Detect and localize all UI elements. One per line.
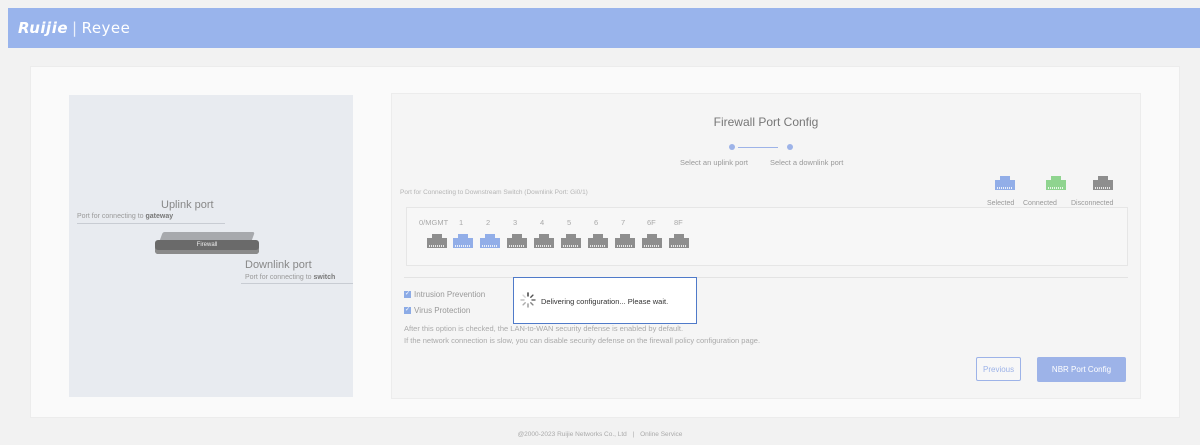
step-1-label: Select an uplink port: [680, 158, 748, 167]
brand-name: Ruijie: [18, 19, 69, 37]
loading-dialog: Delivering configuration... Please wait.: [513, 277, 697, 324]
nbr-port-config-button[interactable]: NBR Port Config: [1037, 357, 1126, 382]
downlink-port-desc: Port for connecting to switch: [245, 274, 335, 281]
firewall-port-config-panel: Firewall Port Config Select an uplink po…: [391, 93, 1141, 399]
port-label: 6F: [647, 218, 656, 227]
port-8f[interactable]: [669, 234, 689, 248]
online-service-link[interactable]: Online Service: [640, 431, 682, 438]
port-label: 7: [621, 218, 626, 227]
port-label: 4: [540, 218, 545, 227]
legend-disconnected: [1088, 176, 1118, 190]
downlink-line: [241, 283, 353, 284]
checkbox-checked-icon: ✓: [404, 307, 411, 315]
port-6f[interactable]: [642, 234, 662, 248]
step-2-dot: [787, 144, 793, 150]
top-bar: Ruijie | Reyee: [8, 8, 1200, 48]
port-label: 5: [567, 218, 572, 227]
downlink-desc-bold: switch: [313, 274, 336, 281]
legend-selected: [990, 176, 1020, 190]
checkbox-checked-icon: ✓: [404, 291, 411, 299]
legend-selected-label: Selected: [987, 200, 1015, 207]
legend-disconnected-label: Disconnected: [1071, 200, 1114, 207]
downlink-desc-text: Port for connecting to: [245, 274, 312, 281]
uplink-port-desc: Port for connecting to gateway: [77, 213, 173, 220]
sub-brand-name: Reyee: [81, 19, 131, 37]
previous-button[interactable]: Previous: [976, 357, 1021, 381]
brand-separator: |: [72, 19, 78, 37]
port-label: 6: [594, 218, 599, 227]
port-diagram-panel: Uplink port Port for connecting to gatew…: [69, 95, 353, 397]
loading-message: Delivering configuration... Please wait.: [541, 297, 669, 306]
port-label: 8F: [674, 218, 683, 227]
uplink-desc-text: Port for connecting to: [77, 213, 144, 220]
port-5[interactable]: [561, 234, 581, 248]
port-6[interactable]: [588, 234, 608, 248]
uplink-port-title: Uplink port: [161, 199, 214, 211]
firewall-device: Firewall: [155, 240, 259, 254]
port-label: 0/MGMT: [419, 218, 449, 227]
checkbox-label: Intrusion Prevention: [414, 290, 486, 299]
port-connected-icon: [1046, 176, 1066, 190]
port-4[interactable]: [534, 234, 554, 248]
step-1-dot: [729, 144, 735, 150]
port-selected-icon: [995, 176, 1015, 190]
footer-separator: |: [632, 431, 635, 438]
intrusion-prevention-checkbox[interactable]: ✓ Intrusion Prevention: [404, 290, 485, 299]
port-7[interactable]: [615, 234, 635, 248]
port-2[interactable]: [480, 234, 500, 248]
port-0-mgmt[interactable]: [427, 234, 447, 248]
port-selector: 0/MGMT 1 2 3 4 5 6 7 6F 8F: [406, 207, 1128, 266]
ports-subtitle: Port for Connecting to Downstream Switch…: [400, 189, 588, 196]
security-note-1: After this option is checked, the LAN-to…: [404, 324, 684, 333]
port-label: 3: [513, 218, 518, 227]
port-label: 1: [459, 218, 464, 227]
port-disconnected-icon: [1093, 176, 1113, 190]
firewall-device-label: Firewall: [196, 242, 218, 248]
step-2-label: Select a downlink port: [770, 158, 844, 167]
port-3[interactable]: [507, 234, 527, 248]
legend-connected-label: Connected: [1023, 200, 1057, 207]
loading-spinner-icon: [520, 292, 536, 308]
security-note-2: If the network connection is slow, you c…: [404, 336, 761, 345]
port-label: 2: [486, 218, 491, 227]
main-container: Uplink port Port for connecting to gatew…: [30, 66, 1180, 418]
uplink-desc-bold: gateway: [145, 213, 174, 220]
legend-connected: [1041, 176, 1071, 190]
uplink-line: [77, 223, 225, 224]
step-connector: [738, 147, 778, 148]
port-1[interactable]: [453, 234, 473, 248]
page-title: Firewall Port Config: [713, 115, 819, 129]
footer: @2000-2023 Ruijie Networks Co., Ltd | On…: [0, 431, 1200, 438]
downlink-port-title: Downlink port: [245, 259, 312, 271]
copyright-text: @2000-2023 Ruijie Networks Co., Ltd: [517, 431, 627, 438]
brand-logo: Ruijie | Reyee: [18, 19, 130, 37]
checkbox-label: Virus Protection: [414, 306, 471, 315]
virus-protection-checkbox[interactable]: ✓ Virus Protection: [404, 306, 470, 315]
